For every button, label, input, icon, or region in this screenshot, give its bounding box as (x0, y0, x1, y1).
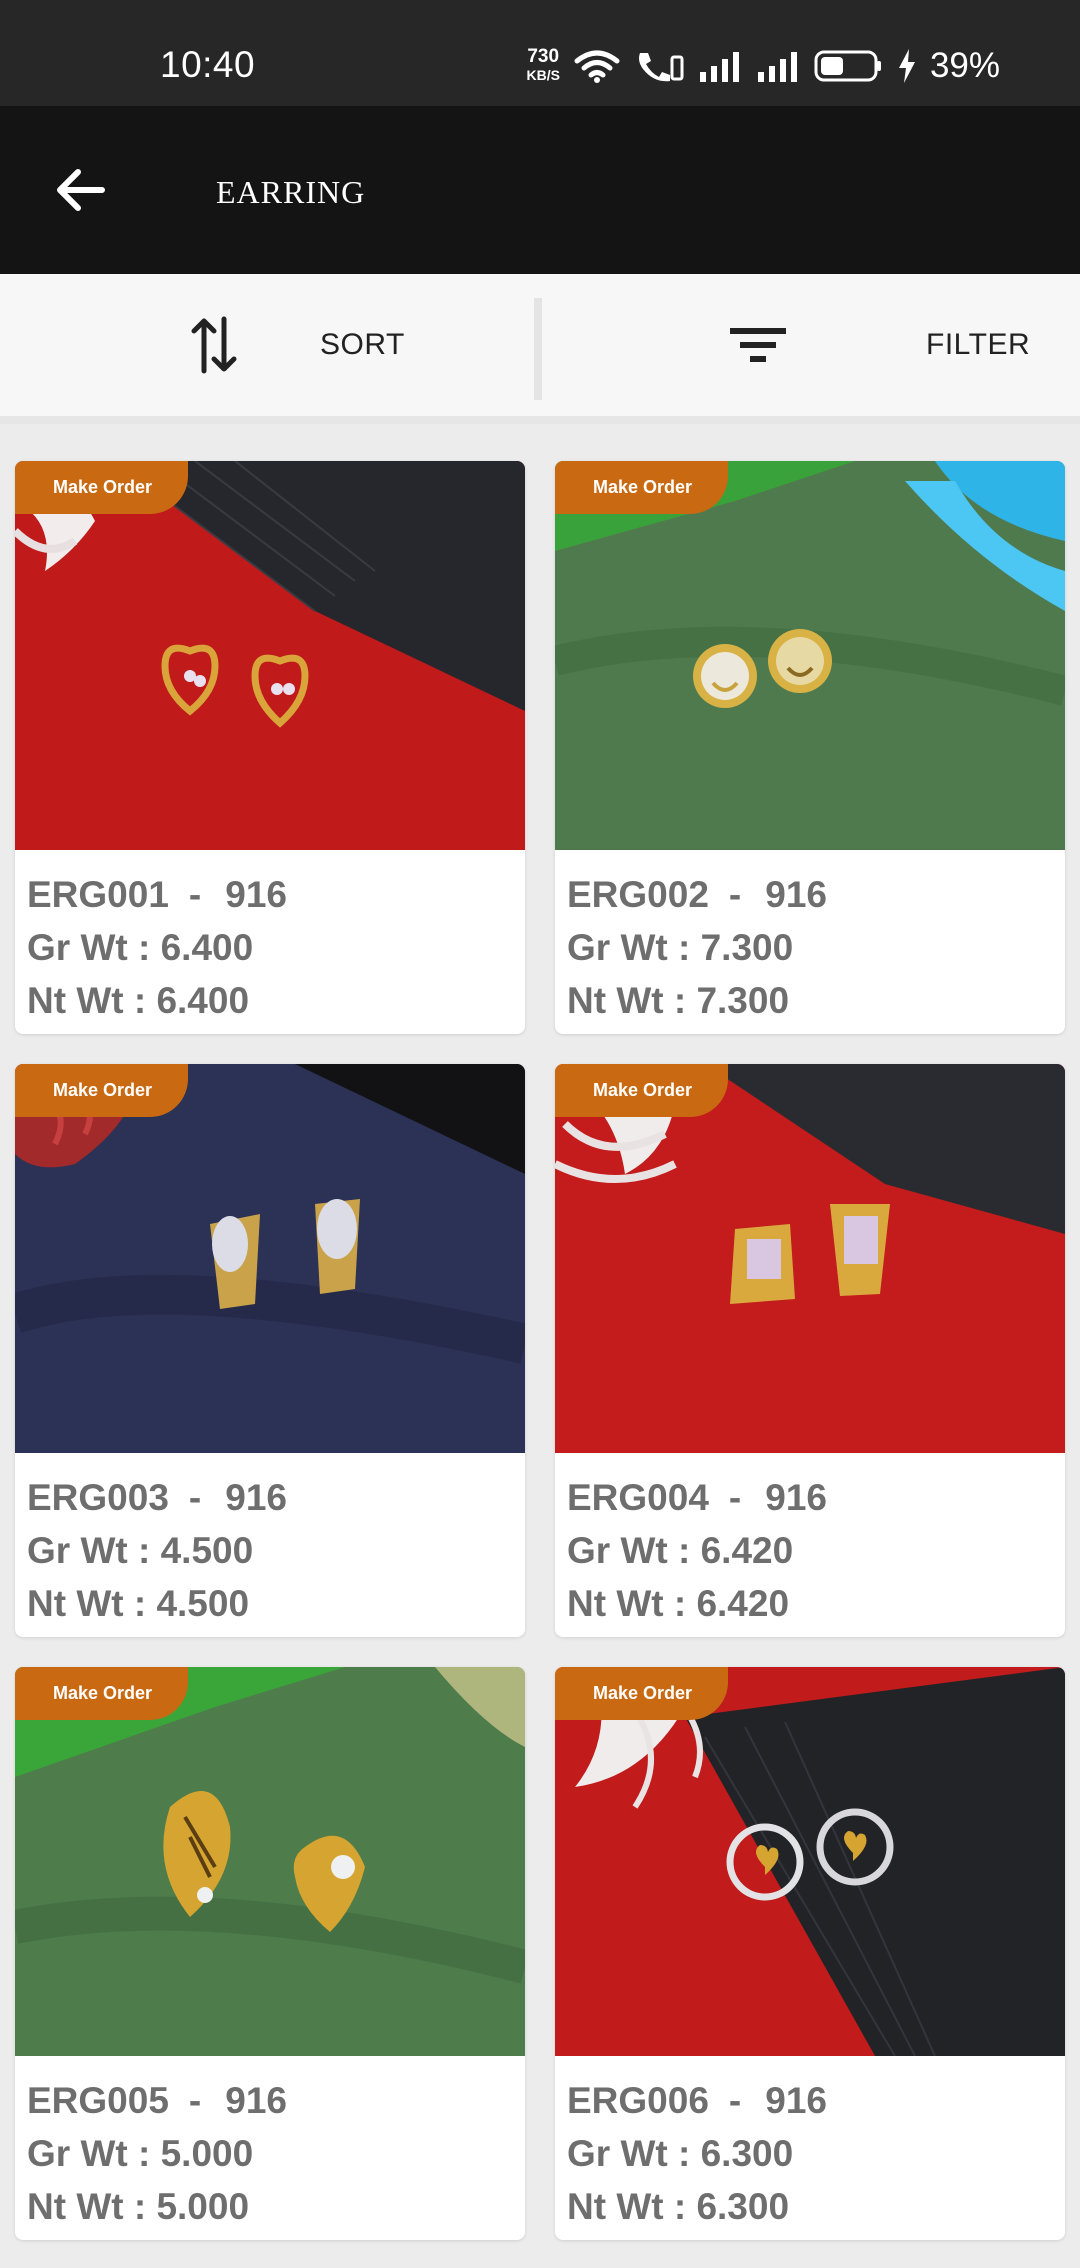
make-order-badge: Make Order (15, 461, 188, 514)
net-weight: Nt Wt : 5.000 (27, 2186, 250, 2227)
back-button[interactable] (40, 150, 120, 230)
battery-icon (814, 50, 881, 82)
code-separator: - (188, 2080, 202, 2121)
product-card[interactable]: Make Order ERG003 - 916 Gr Wt : 4.500 Nt… (15, 1064, 525, 1637)
sort-button[interactable]: SORT (190, 274, 405, 416)
product-code: ERG001 (27, 874, 169, 915)
filter-icon (730, 328, 786, 362)
product-info: ERG002 - 916 Gr Wt : 7.300 Nt Wt : 7.300 (555, 850, 1065, 1027)
status-time: 10:40 (160, 44, 256, 85)
product-purity: 916 (765, 2080, 827, 2121)
make-order-badge: Make Order (15, 1667, 188, 1720)
net-speed-indicator: 730 KB/S (526, 46, 560, 84)
net-weight: Nt Wt : 6.420 (567, 1583, 790, 1624)
product-purity: 916 (765, 874, 827, 915)
product-code: ERG006 (567, 2080, 709, 2121)
charging-icon (898, 49, 915, 83)
gross-weight: Gr Wt : 6.420 (567, 1530, 794, 1571)
code-separator: - (188, 874, 202, 915)
product-image: Make Order (15, 1667, 525, 2056)
status-icons: 730 KB/S 39% (526, 46, 1000, 86)
make-order-badge: Make Order (555, 1064, 728, 1117)
net-weight: Nt Wt : 4.500 (27, 1583, 250, 1624)
product-purity: 916 (225, 874, 287, 915)
product-card[interactable]: Make Order ERG001 - 916 Gr Wt : 6.400 Nt… (15, 461, 525, 1034)
gross-weight: Gr Wt : 4.500 (27, 1530, 254, 1571)
sort-label: SORT (320, 328, 405, 361)
net-weight: Nt Wt : 6.400 (27, 980, 250, 1021)
product-code: ERG003 (27, 1477, 169, 1518)
product-card[interactable]: Make Order ERG006 - 916 Gr Wt : 6.300 Nt… (555, 1667, 1065, 2240)
signal-sim1-icon (699, 52, 739, 82)
filter-button[interactable]: FILTER (730, 274, 1030, 416)
gross-weight: Gr Wt : 5.000 (27, 2133, 254, 2174)
status-bar: 10:40 730 KB/S 39% (0, 0, 1080, 106)
code-separator: - (728, 1477, 742, 1518)
signal-sim2-icon (757, 52, 797, 82)
product-card[interactable]: Make Order ERG002 - 916 Gr Wt : 7.300 Nt… (555, 461, 1065, 1034)
product-purity: 916 (765, 1477, 827, 1518)
battery-percentage: 39% (929, 46, 1000, 85)
net-speed-value: 730 (527, 46, 560, 67)
make-order-badge: Make Order (555, 461, 728, 514)
gross-weight: Gr Wt : 6.400 (27, 927, 254, 968)
net-weight: Nt Wt : 6.300 (567, 2186, 790, 2227)
page-title: EARRING (216, 174, 366, 210)
make-order-badge: Make Order (15, 1064, 188, 1117)
net-weight: Nt Wt : 7.300 (567, 980, 790, 1021)
sort-filter-bar: SORT FILTER (0, 274, 1080, 424)
action-divider (534, 298, 542, 400)
product-image: Make Order (15, 461, 525, 850)
product-info: ERG006 - 916 Gr Wt : 6.300 Nt Wt : 6.300 (555, 2056, 1065, 2233)
code-separator: - (728, 874, 742, 915)
app-bar: EARRING (0, 106, 1080, 274)
wifi-icon (574, 50, 620, 83)
gross-weight: Gr Wt : 7.300 (567, 927, 794, 968)
product-code: ERG004 (567, 1477, 709, 1518)
back-arrow-icon (57, 169, 105, 211)
product-info: ERG004 - 916 Gr Wt : 6.420 Nt Wt : 6.420 (555, 1453, 1065, 1630)
code-separator: - (188, 1477, 202, 1518)
product-image: Make Order (15, 1064, 525, 1453)
code-separator: - (728, 2080, 742, 2121)
product-info: ERG003 - 916 Gr Wt : 4.500 Nt Wt : 4.500 (15, 1453, 525, 1630)
product-image: Make Order (555, 1064, 1065, 1453)
wifi-call-icon (638, 53, 684, 82)
product-image: Make Order (555, 461, 1065, 850)
gross-weight: Gr Wt : 6.300 (567, 2133, 794, 2174)
product-image: Make Order (555, 1667, 1065, 2056)
sort-icon (191, 316, 237, 374)
net-speed-unit: KB/S (526, 67, 560, 83)
product-code: ERG002 (567, 874, 709, 915)
product-info: ERG001 - 916 Gr Wt : 6.400 Nt Wt : 6.400 (15, 850, 525, 1027)
filter-label: FILTER (926, 328, 1031, 361)
product-info: ERG005 - 916 Gr Wt : 5.000 Nt Wt : 5.000 (15, 2056, 525, 2233)
product-purity: 916 (225, 2080, 287, 2121)
product-purity: 916 (225, 1477, 287, 1518)
product-card[interactable]: Make Order ERG005 - 916 Gr Wt : 5.000 Nt… (15, 1667, 525, 2240)
product-grid: Make Order ERG001 - 916 Gr Wt : 6.400 Nt… (15, 461, 1065, 2240)
product-card[interactable]: Make Order ERG004 - 916 Gr Wt : 6.420 Nt… (555, 1064, 1065, 1637)
product-code: ERG005 (27, 2080, 169, 2121)
make-order-badge: Make Order (555, 1667, 728, 1720)
